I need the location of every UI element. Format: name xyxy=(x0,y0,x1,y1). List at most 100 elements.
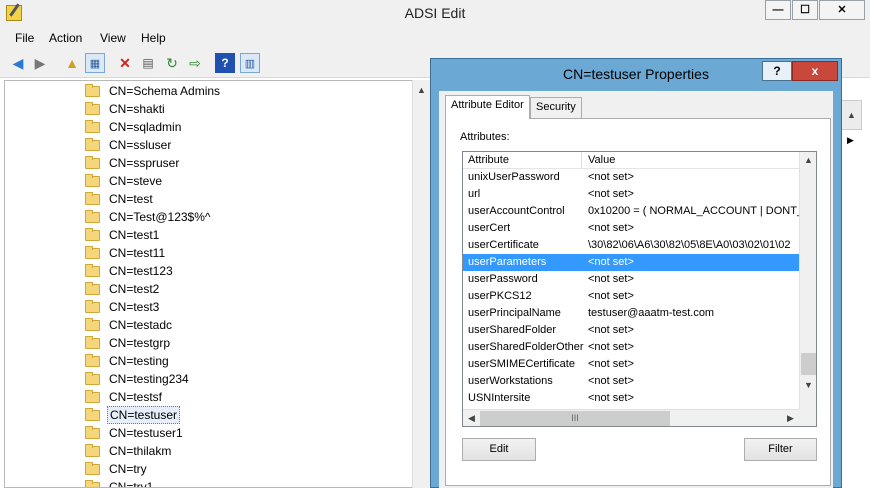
menu-view[interactable]: View xyxy=(100,31,126,45)
tree-item[interactable]: CN=ssluser xyxy=(85,136,173,154)
back-arrow-icon[interactable]: ◀ xyxy=(8,53,28,73)
tree-item[interactable]: CN=test2 xyxy=(85,280,161,298)
view-pane-icon[interactable]: ▥ xyxy=(240,53,260,73)
scroll-up-arrow-icon[interactable]: ▲ xyxy=(800,152,816,169)
scroll-left-arrow-icon[interactable]: ◀ xyxy=(463,410,480,426)
list-row[interactable]: userPassword <not set> xyxy=(463,271,799,288)
folder-icon xyxy=(85,407,100,421)
list-row[interactable]: userSMIMECertificate <not set> xyxy=(463,356,799,373)
folder-icon xyxy=(85,209,100,223)
object-tree[interactable]: CN=Schema Admins CN=shakti CN=sqladmin C… xyxy=(4,80,430,488)
tree-item[interactable]: CN=testing xyxy=(85,352,171,370)
dialog-help-button[interactable]: ? xyxy=(762,61,792,81)
tree-item-selected[interactable]: CN=testuser xyxy=(85,406,181,424)
list-row[interactable]: userPKCS12 <not set> xyxy=(463,288,799,305)
help-icon[interactable]: ? xyxy=(215,53,235,73)
attributes-label: Attributes: xyxy=(460,131,510,143)
scroll-corner xyxy=(799,409,816,426)
tree-item[interactable]: CN=test11 xyxy=(85,244,167,262)
list-row[interactable]: USNIntersite <not set> xyxy=(463,390,799,407)
tree-item[interactable]: CN=try xyxy=(85,460,149,478)
list-row[interactable]: url <not set> xyxy=(463,186,799,203)
list-row[interactable]: userCertificate \30\82\06\A6\30\82\05\8E\… xyxy=(463,237,799,254)
show-tree-icon[interactable]: ▦ xyxy=(85,53,105,73)
folder-icon xyxy=(85,461,100,475)
export-icon[interactable]: ⇨ xyxy=(185,53,205,73)
properties-dialog: CN=testuser Properties ? x Attribute Edi… xyxy=(430,58,842,488)
scroll-up-arrow-icon[interactable]: ▲ xyxy=(413,82,430,99)
details-scroll-up[interactable]: ▲ xyxy=(840,100,862,130)
folder-icon xyxy=(85,137,100,151)
maximize-button[interactable]: ☐ xyxy=(792,0,818,20)
tree-item[interactable]: CN=sspruser xyxy=(85,154,181,172)
menu-bar: File Action View Help xyxy=(0,28,870,48)
folder-icon xyxy=(85,281,100,295)
tree-item[interactable]: CN=thilakm xyxy=(85,442,173,460)
attributes-list[interactable]: Attribute Value unixUserPassword <not set… xyxy=(462,151,817,427)
list-row[interactable]: unixUserPassword <not set> xyxy=(463,169,799,186)
tree-item[interactable]: CN=Test@123$%^ xyxy=(85,208,213,226)
folder-icon xyxy=(85,227,100,241)
tree-item[interactable]: CN=steve xyxy=(85,172,164,190)
minimize-button[interactable]: — xyxy=(765,0,791,20)
menu-help[interactable]: Help xyxy=(141,31,166,45)
tree-item[interactable]: CN=testuser1 xyxy=(85,424,185,442)
folder-icon xyxy=(85,425,100,439)
edit-button[interactable]: Edit xyxy=(462,438,536,461)
folder-icon xyxy=(85,335,100,349)
main-title-bar: ADSI Edit — ☐ ✕ xyxy=(0,0,870,28)
tree-item[interactable]: CN=testgrp xyxy=(85,334,172,352)
tree-item[interactable]: CN=Schema Admins xyxy=(85,82,222,100)
folder-icon xyxy=(85,173,100,187)
scroll-up-arrow-icon: ▲ xyxy=(847,110,856,120)
tree-item[interactable]: CN=shakti xyxy=(85,100,167,118)
properties-icon[interactable]: ▤ xyxy=(138,53,158,73)
tab-security[interactable]: Security xyxy=(530,97,582,118)
tree-item[interactable]: CN=testsf xyxy=(85,388,164,406)
details-pane: ▲ ▶ xyxy=(840,100,870,488)
folder-icon xyxy=(85,119,100,133)
filter-button[interactable]: Filter xyxy=(744,438,817,461)
column-divider[interactable] xyxy=(581,152,582,169)
column-value[interactable]: Value xyxy=(588,154,615,166)
forward-arrow-icon[interactable]: ▶ xyxy=(30,53,50,73)
menu-action[interactable]: Action xyxy=(49,31,82,45)
list-row[interactable]: userCert <not set> xyxy=(463,220,799,237)
expand-arrow-icon[interactable]: ▶ xyxy=(842,132,859,149)
list-row-selected[interactable]: userParameters <not set> xyxy=(463,254,799,271)
scroll-right-arrow-icon[interactable]: ▶ xyxy=(782,410,799,426)
list-row[interactable]: userWorkstations <not set> xyxy=(463,373,799,390)
list-row[interactable]: userPrincipalName testuser@aaatm-test.com xyxy=(463,305,799,322)
menu-file[interactable]: File xyxy=(15,31,34,45)
folder-icon xyxy=(85,317,100,331)
delete-icon[interactable]: ✕ xyxy=(115,53,135,73)
list-row[interactable]: userSharedFolder <not set> xyxy=(463,322,799,339)
tree-item[interactable]: CN=test123 xyxy=(85,262,175,280)
list-row[interactable]: userSharedFolderOther <not set> xyxy=(463,339,799,356)
tree-scrollbar[interactable]: ▲ xyxy=(412,80,430,488)
folder-icon xyxy=(85,353,100,367)
tab-attribute-editor[interactable]: Attribute Editor xyxy=(445,95,530,119)
dialog-client-area: Attribute Editor Security Attributes: At… xyxy=(439,91,833,488)
vscroll-thumb[interactable] xyxy=(801,353,816,375)
list-row[interactable]: userAccountControl 0x10200 = ( NORMAL_ACC… xyxy=(463,203,799,220)
tree-item[interactable]: CN=test3 xyxy=(85,298,161,316)
tree-item[interactable]: CN=test xyxy=(85,190,155,208)
window-title: ADSI Edit xyxy=(404,5,466,21)
scroll-down-arrow-icon[interactable]: ▼ xyxy=(800,377,816,394)
list-vertical-scrollbar[interactable]: ▲ ▼ xyxy=(799,152,816,409)
tree-item[interactable]: CN=test1 xyxy=(85,226,161,244)
hscroll-thumb[interactable]: III xyxy=(480,411,670,426)
dialog-close-button[interactable]: x xyxy=(792,61,838,81)
tree-item[interactable]: CN=testadc xyxy=(85,316,174,334)
tree-item[interactable]: CN=try1 xyxy=(85,478,155,487)
tree-item[interactable]: CN=sqladmin xyxy=(85,118,183,136)
refresh-icon[interactable]: ↻ xyxy=(162,53,182,73)
tree-item[interactable]: CN=testing234 xyxy=(85,370,191,388)
column-attribute[interactable]: Attribute xyxy=(468,154,509,166)
up-folder-icon[interactable]: ▲ xyxy=(62,53,82,73)
close-window-button[interactable]: ✕ xyxy=(819,0,865,20)
folder-icon xyxy=(85,389,100,403)
list-horizontal-scrollbar[interactable]: ◀ III ▶ xyxy=(463,409,799,426)
folder-icon xyxy=(85,155,100,169)
